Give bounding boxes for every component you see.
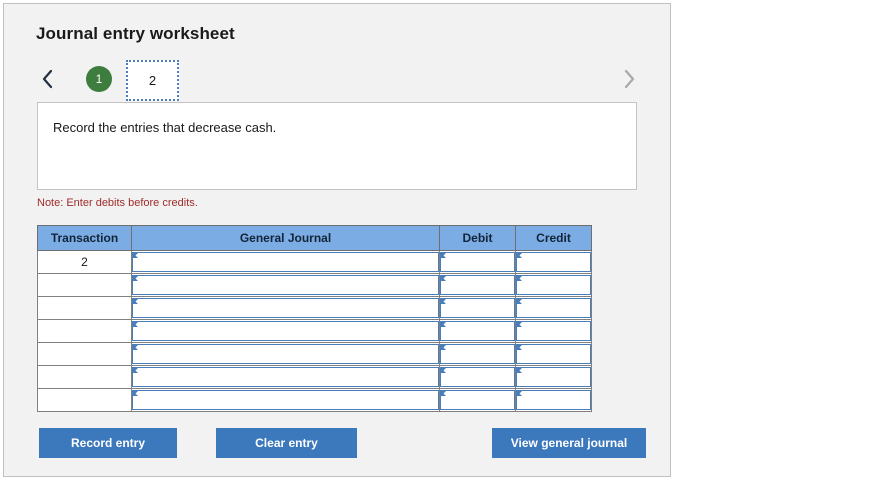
transaction-cell — [37, 388, 132, 412]
instruction-panel: Record the entries that decrease cash. — [37, 102, 637, 190]
debit-field-cell — [439, 273, 516, 297]
chevron-left-icon[interactable] — [36, 65, 58, 93]
table-row — [37, 273, 592, 297]
column-header-debit: Debit — [439, 225, 516, 251]
general-journal-field-cell — [131, 296, 440, 320]
transaction-cell — [37, 342, 132, 366]
debit-field-cell — [439, 319, 516, 343]
general-journal-field-cell — [131, 365, 440, 389]
debits-before-credits-note: Note: Enter debits before credits. — [37, 197, 198, 209]
credit-field[interactable] — [516, 321, 591, 341]
debit-field-cell — [439, 342, 516, 366]
general-journal-field[interactable] — [132, 321, 439, 341]
credit-field-cell — [515, 296, 592, 320]
page-title: Journal entry worksheet — [36, 24, 235, 43]
worksheet-tabstrip: 1 2 — [36, 60, 640, 102]
credit-field[interactable] — [516, 275, 591, 295]
tab-2[interactable]: 2 — [126, 60, 179, 101]
debit-field-cell — [439, 365, 516, 389]
column-header-transaction: Transaction — [37, 225, 132, 251]
credit-field-cell — [515, 273, 592, 297]
general-journal-field[interactable] — [132, 390, 439, 410]
tab-1-label: 1 — [95, 72, 103, 86]
table-row — [37, 365, 592, 389]
debit-field[interactable] — [440, 275, 515, 295]
tab-2-label: 2 — [148, 73, 157, 88]
credit-field[interactable] — [516, 344, 591, 364]
transaction-cell — [37, 273, 132, 297]
credit-field[interactable] — [516, 390, 591, 410]
credit-field-cell — [515, 319, 592, 343]
table-row — [37, 319, 592, 343]
table-row — [37, 342, 592, 366]
column-header-general-journal: General Journal — [131, 225, 440, 251]
debit-field-cell — [439, 250, 516, 274]
general-journal-field-cell — [131, 273, 440, 297]
credit-field-cell — [515, 250, 592, 274]
table-row — [37, 388, 592, 412]
journal-entry-panel: Journal entry worksheet 1 2 Record the e… — [3, 3, 671, 477]
credit-field[interactable] — [516, 367, 591, 387]
transaction-cell: 2 — [37, 250, 132, 274]
debit-field-cell — [439, 388, 516, 412]
view-general-journal-button[interactable]: View general journal — [492, 428, 646, 458]
debit-field[interactable] — [440, 252, 515, 272]
tab-1[interactable]: 1 — [86, 66, 112, 92]
debit-field[interactable] — [440, 298, 515, 318]
journal-entry-table: Transaction General Journal Debit Credit… — [37, 225, 592, 412]
table-row: 2 — [37, 250, 592, 274]
credit-field-cell — [515, 342, 592, 366]
transaction-cell — [37, 319, 132, 343]
general-journal-field[interactable] — [132, 252, 439, 272]
transaction-cell — [37, 365, 132, 389]
credit-field[interactable] — [516, 252, 591, 272]
debit-field[interactable] — [440, 390, 515, 410]
table-header-row: Transaction General Journal Debit Credit — [37, 225, 592, 251]
credit-field[interactable] — [516, 298, 591, 318]
clear-entry-button[interactable]: Clear entry — [216, 428, 357, 458]
instruction-text: Record the entries that decrease cash. — [53, 120, 277, 135]
record-entry-button[interactable]: Record entry — [39, 428, 177, 458]
general-journal-field[interactable] — [132, 344, 439, 364]
debit-field[interactable] — [440, 344, 515, 364]
general-journal-field[interactable] — [132, 275, 439, 295]
table-row — [37, 296, 592, 320]
credit-field-cell — [515, 365, 592, 389]
chevron-right-icon[interactable] — [618, 65, 640, 93]
debit-field-cell — [439, 296, 516, 320]
transaction-cell — [37, 296, 132, 320]
general-journal-field-cell — [131, 342, 440, 366]
general-journal-field-cell — [131, 250, 440, 274]
debit-field[interactable] — [440, 367, 515, 387]
general-journal-field[interactable] — [132, 367, 439, 387]
credit-field-cell — [515, 388, 592, 412]
general-journal-field-cell — [131, 319, 440, 343]
debit-field[interactable] — [440, 321, 515, 341]
general-journal-field-cell — [131, 388, 440, 412]
general-journal-field[interactable] — [132, 298, 439, 318]
column-header-credit: Credit — [515, 225, 592, 251]
